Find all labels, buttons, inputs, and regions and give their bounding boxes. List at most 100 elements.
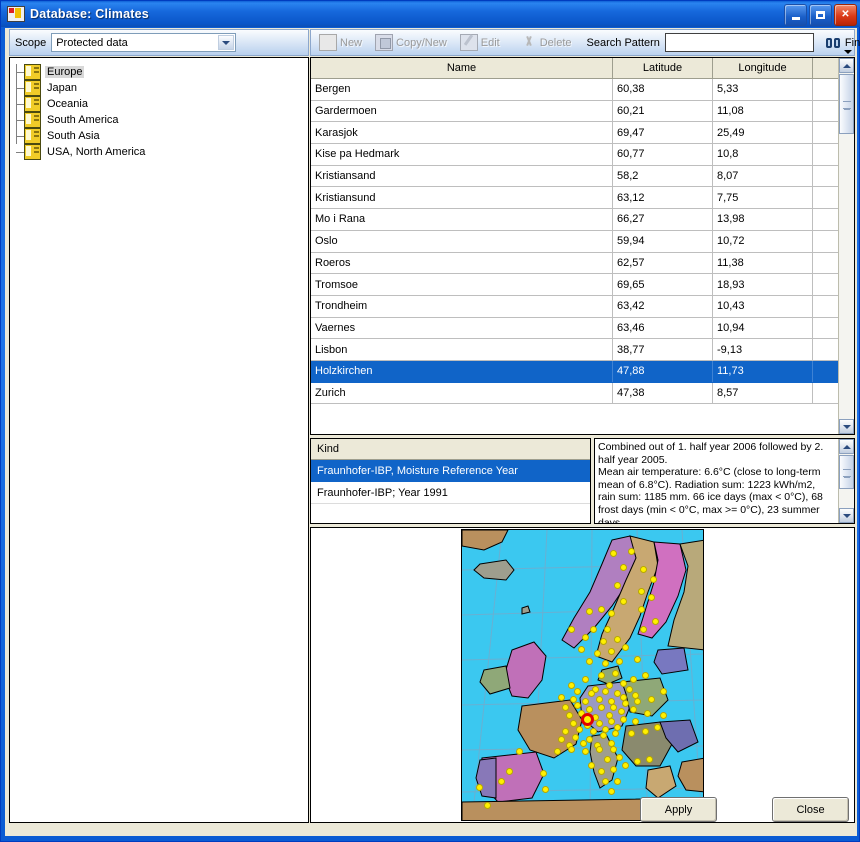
station-dot[interactable] (638, 588, 645, 595)
station-dot[interactable] (610, 550, 617, 557)
station-dot[interactable] (614, 636, 621, 643)
station-dot[interactable] (596, 696, 603, 703)
column-header-name[interactable]: Name (311, 58, 613, 78)
table-row[interactable]: Kristiansund 63,12 7,75 (311, 187, 854, 210)
station-dot[interactable] (614, 582, 621, 589)
delete-button[interactable]: Delete (516, 32, 577, 53)
station-dot[interactable] (622, 700, 629, 707)
table-row[interactable]: Lisbon 38,77 -9,13 (311, 339, 854, 361)
station-dot[interactable] (628, 730, 635, 737)
station-dot[interactable] (558, 736, 565, 743)
station-dot[interactable] (646, 756, 653, 763)
station-dot[interactable] (562, 704, 569, 711)
station-dot[interactable] (588, 762, 595, 769)
station-dot[interactable] (572, 734, 579, 741)
column-header-latitude[interactable]: Latitude (613, 58, 713, 78)
kind-list-item[interactable]: Fraunhofer-IBP; Year 1991 (311, 482, 590, 504)
tree-item-europe[interactable]: Europe (10, 64, 308, 80)
station-dot[interactable] (648, 696, 655, 703)
station-dot[interactable] (660, 712, 667, 719)
station-dot[interactable] (616, 658, 623, 665)
maximize-button[interactable] (809, 4, 832, 26)
close-button[interactable]: ✕ (834, 4, 857, 26)
station-dot[interactable] (476, 784, 483, 791)
new-button[interactable]: New (314, 32, 367, 53)
station-dot[interactable] (634, 656, 641, 663)
station-dot[interactable] (566, 712, 573, 719)
station-dot[interactable] (598, 768, 605, 775)
station-dot[interactable] (562, 728, 569, 735)
station-dot[interactable] (598, 704, 605, 711)
station-dot[interactable] (578, 646, 585, 653)
tree-item-japan[interactable]: Japan (10, 80, 308, 96)
station-dot[interactable] (608, 610, 615, 617)
station-dot[interactable] (554, 748, 561, 755)
table-row[interactable]: Mo i Rana 66,27 13,98 (311, 209, 854, 231)
table-row[interactable]: Karasjok 69,47 25,49 (311, 122, 854, 145)
climate-stations-table[interactable]: Name Latitude Longitude Bergen 60,38 5,33 G… (310, 57, 855, 435)
station-dot[interactable] (630, 706, 637, 713)
station-dot[interactable] (596, 720, 603, 727)
chevron-down-icon[interactable] (218, 35, 235, 50)
station-dot[interactable] (586, 608, 593, 615)
tree-item-usa-north-america[interactable]: USA, North America (10, 144, 308, 160)
table-row[interactable]: Kise pa Hedmark 60,77 10,8 (311, 144, 854, 166)
station-dot[interactable] (586, 706, 593, 713)
station-dot[interactable] (610, 704, 617, 711)
station-dot[interactable] (602, 660, 609, 667)
station-dot[interactable] (582, 676, 589, 683)
station-dot[interactable] (498, 778, 505, 785)
toolbar-overflow-icon[interactable] (843, 45, 852, 54)
description-panel[interactable]: Combined out of 1. half year 2006 follow… (594, 438, 855, 524)
find-button[interactable]: Find (822, 32, 860, 53)
station-dot[interactable] (654, 724, 661, 731)
station-dot[interactable] (604, 756, 611, 763)
station-dot[interactable] (620, 716, 627, 723)
selected-station-marker[interactable] (581, 713, 594, 726)
station-dot[interactable] (634, 758, 641, 765)
description-vertical-scrollbar[interactable] (838, 439, 854, 523)
station-dot[interactable] (632, 718, 639, 725)
table-vertical-scrollbar[interactable] (838, 58, 854, 434)
table-row[interactable]: Oslo 59,94 10,72 (311, 230, 854, 253)
station-dot[interactable] (630, 676, 637, 683)
station-dot[interactable] (574, 688, 581, 695)
station-dot[interactable] (640, 566, 647, 573)
station-dot[interactable] (574, 702, 581, 709)
station-dot[interactable] (634, 698, 641, 705)
europe-station-map[interactable] (461, 529, 704, 821)
column-header-longitude[interactable]: Longitude (713, 58, 813, 78)
station-dot[interactable] (640, 626, 647, 633)
station-dot[interactable] (604, 626, 611, 633)
minimize-button[interactable] (784, 4, 807, 26)
station-dot[interactable] (568, 682, 575, 689)
region-tree[interactable]: Europe Japan Oceania South America South Asi… (9, 57, 309, 823)
table-row[interactable]: Vaernes 63,46 10,94 (311, 317, 854, 340)
station-dot[interactable] (602, 778, 609, 785)
station-dot[interactable] (642, 672, 649, 679)
table-row[interactable]: Tromsoe 69,65 18,93 (311, 274, 854, 296)
station-dot[interactable] (600, 638, 607, 645)
station-dot[interactable] (590, 728, 597, 735)
table-row[interactable]: Trondheim 63,42 10,43 (311, 295, 854, 318)
station-dot[interactable] (506, 768, 513, 775)
station-dot[interactable] (516, 748, 523, 755)
station-dot[interactable] (650, 576, 657, 583)
station-dot[interactable] (600, 732, 607, 739)
station-dot[interactable] (644, 710, 651, 717)
table-row[interactable]: Kristiansand 58,2 8,07 (311, 165, 854, 188)
station-dot[interactable] (568, 626, 575, 633)
station-dot[interactable] (582, 698, 589, 705)
station-dot[interactable] (598, 606, 605, 613)
station-dot[interactable] (660, 688, 667, 695)
station-dot[interactable] (638, 606, 645, 613)
scroll-up-button[interactable] (839, 58, 854, 73)
station-dot[interactable] (648, 594, 655, 601)
search-input[interactable] (664, 33, 814, 52)
table-row[interactable]: Zurich 47,38 8,57 (311, 382, 854, 405)
kind-column-header[interactable]: Kind (311, 439, 590, 460)
tree-item-south-asia[interactable]: South Asia (10, 128, 308, 144)
station-dot[interactable] (588, 690, 595, 697)
table-row[interactable]: Bergen 60,38 5,33 (311, 79, 854, 101)
station-dot[interactable] (594, 650, 601, 657)
